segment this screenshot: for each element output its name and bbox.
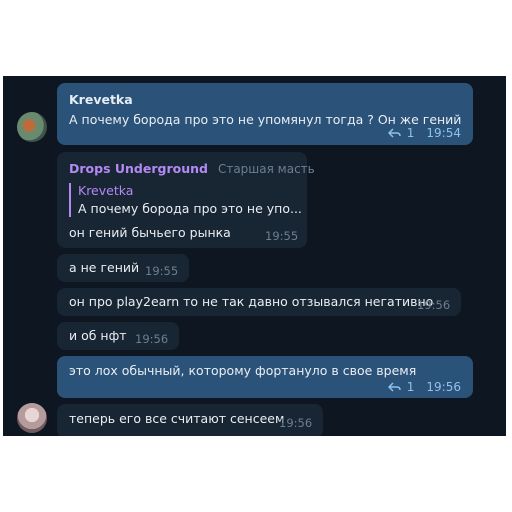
message-time: 19:55 bbox=[265, 229, 299, 243]
quote-text: А почему борода про это не упо... bbox=[78, 201, 302, 216]
message-time: 19:56 bbox=[417, 298, 451, 312]
chat-panel: Krevetka А почему борода про это не упом… bbox=[3, 76, 506, 436]
message-text: он про play2earn то не так давно отзывал… bbox=[69, 294, 434, 309]
message-text: он гений бычьего рынка bbox=[69, 225, 231, 240]
sender-role: Старшая масть bbox=[217, 162, 315, 176]
message-bubble[interactable]: Krevetka А почему борода про это не упом… bbox=[57, 83, 473, 145]
reply-quote[interactable]: Krevetka А почему борода про это не упо.… bbox=[69, 183, 302, 217]
message-time: 19:54 bbox=[426, 126, 461, 140]
message-text: теперь его все считают сенсеем bbox=[69, 411, 285, 426]
user-avatar-drops-underground[interactable] bbox=[17, 403, 47, 433]
message-bubble[interactable]: теперь его все считают сенсеем 19:56 bbox=[57, 404, 323, 436]
reply-count: 1 bbox=[406, 126, 415, 140]
message-bubble[interactable]: он про play2earn то не так давно отзывал… bbox=[57, 288, 461, 316]
message-text: и об нфт bbox=[69, 328, 127, 343]
user-avatar-krevetka[interactable] bbox=[17, 112, 47, 142]
reply-count: 1 bbox=[406, 380, 415, 394]
message-time: 19:56 bbox=[426, 380, 461, 394]
message-bubble[interactable]: это лох обычный, которому фортануло в св… bbox=[57, 356, 473, 398]
sender-name[interactable]: Krevetka bbox=[69, 92, 133, 107]
message-text: это лох обычный, которому фортануло в св… bbox=[69, 363, 417, 378]
sender-name[interactable]: Drops Underground bbox=[69, 161, 208, 176]
message-time: 19:55 bbox=[145, 264, 179, 278]
message-text: а не гений bbox=[69, 260, 140, 275]
message-bubble[interactable]: и об нфт 19:56 bbox=[57, 322, 179, 350]
reply-meta[interactable]: 1 19:54 bbox=[387, 126, 461, 140]
message-bubble[interactable]: а не гений 19:55 bbox=[57, 254, 189, 282]
message-time: 19:56 bbox=[135, 332, 169, 346]
reply-arrow-icon bbox=[387, 382, 401, 392]
sender-line: Drops Underground Старшая масть bbox=[69, 161, 315, 176]
quote-sender: Krevetka bbox=[78, 183, 134, 198]
reply-meta[interactable]: 1 19:56 bbox=[387, 380, 461, 394]
reply-arrow-icon bbox=[387, 128, 401, 138]
message-bubble[interactable]: Drops Underground Старшая масть Krevetka … bbox=[57, 152, 315, 248]
message-time: 19:56 bbox=[279, 416, 313, 430]
message-text: А почему борода про это не упомянул тогд… bbox=[69, 112, 462, 127]
